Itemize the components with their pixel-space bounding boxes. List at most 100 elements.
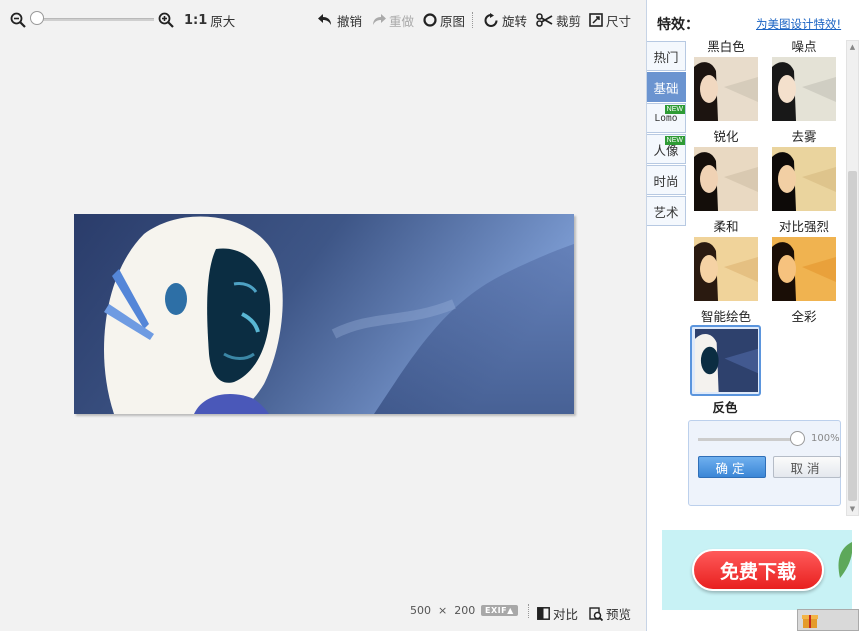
circle-icon <box>423 13 437 27</box>
dimension-separator: × <box>438 604 448 617</box>
redo-icon <box>373 14 386 25</box>
tab-basic[interactable]: 基础 <box>647 72 686 102</box>
effect-invert[interactable]: 反色 <box>690 325 761 416</box>
tab-label: Lomo <box>654 112 678 124</box>
scroll-up-icon[interactable]: ▲ <box>848 42 857 52</box>
effect-label: 智能绘色 <box>700 309 751 324</box>
gift-icon <box>802 615 818 628</box>
cancel-button[interactable]: 取消 <box>773 456 841 478</box>
free-download-button[interactable]: 免费下载 <box>692 549 824 591</box>
effect-sharpen[interactable]: 锐化 <box>691 129 761 211</box>
original-size-button[interactable]: 1:1 原大 <box>184 10 235 30</box>
rotate-icon <box>484 12 498 27</box>
effects-panel: 特效： 为美图设计特效! 热门 基础 Lomo NEW 人像 NEW 时尚 艺术 黑… <box>646 0 863 631</box>
resize-icon <box>589 13 603 27</box>
free-download-label: 免费下载 <box>719 560 796 583</box>
effect-label: 锐化 <box>713 129 739 144</box>
compare-button[interactable]: 对比 <box>537 604 578 623</box>
effect-thumbnail <box>694 329 758 393</box>
undo-icon <box>318 14 331 25</box>
resize-button[interactable]: 尺寸 <box>589 10 631 30</box>
effects-grid: 黑白色 噪点 锐化 去雾 柔和 对比强烈 智能绘色 全彩 反色 <box>690 39 847 419</box>
effect-smart-color[interactable]: 智能绘色 <box>691 309 761 325</box>
photo-image <box>74 214 574 414</box>
tab-portrait[interactable]: 人像 NEW <box>647 134 686 164</box>
effect-noise[interactable]: 噪点 <box>769 39 839 121</box>
tab-lomo[interactable]: Lomo NEW <box>647 103 686 133</box>
tab-label: 时尚 <box>653 173 679 189</box>
preview-icon <box>589 606 603 621</box>
original-image-button[interactable]: 原图 <box>423 10 465 30</box>
effect-thumbnail <box>772 147 836 211</box>
image-width: 500 <box>410 604 431 617</box>
design-effect-link[interactable]: 为美图设计特效! <box>756 16 841 32</box>
crop-label: 裁剪 <box>556 13 582 29</box>
effect-label: 对比强烈 <box>778 219 829 234</box>
ratio-label: 1:1 <box>184 12 208 28</box>
effect-full-color[interactable]: 全彩 <box>769 309 839 325</box>
effect-thumbnail <box>694 147 758 211</box>
effect-high-contrast[interactable]: 对比强烈 <box>769 219 839 301</box>
toolbar-divider <box>472 12 473 28</box>
leaf-icon <box>838 542 852 578</box>
scroll-down-icon[interactable]: ▼ <box>848 504 857 514</box>
zoom-out-button[interactable] <box>10 10 26 30</box>
intensity-slider-handle[interactable] <box>790 431 805 446</box>
preview-label: 预览 <box>606 607 632 622</box>
crop-button[interactable]: 裁剪 <box>536 10 581 30</box>
tab-label: 基础 <box>653 80 679 96</box>
scrollbar-thumb[interactable] <box>848 171 857 501</box>
effect-black-white[interactable]: 黑白色 <box>691 39 761 121</box>
photo-preview[interactable] <box>74 214 574 414</box>
intensity-slider-track[interactable] <box>698 438 798 441</box>
effect-thumbnail <box>694 57 758 121</box>
tab-art[interactable]: 艺术 <box>647 196 686 226</box>
effect-label: 噪点 <box>791 39 817 54</box>
redo-label: 重做 <box>389 13 415 29</box>
image-height: 200 <box>454 604 476 617</box>
effect-intensity-box: 100% 确定 取消 <box>688 420 841 506</box>
new-badge: NEW <box>664 136 685 145</box>
zoom-slider-track[interactable] <box>32 18 154 21</box>
confirm-button[interactable]: 确定 <box>698 456 766 478</box>
effect-label: 黑白色 <box>707 39 745 54</box>
original-size-label: 原大 <box>210 13 236 29</box>
category-tabs: 热门 基础 Lomo NEW 人像 NEW 时尚 艺术 <box>647 41 687 227</box>
panel-title: 特效： <box>657 17 699 33</box>
exif-button[interactable]: EXIF▲ <box>481 605 518 616</box>
exif-label: EXIF▲ <box>481 605 518 616</box>
scissors-icon <box>536 13 553 27</box>
intensity-value: 100% <box>811 433 840 444</box>
compare-label: 对比 <box>553 607 579 622</box>
corner-widget[interactable] <box>797 609 859 631</box>
selected-effect-frame <box>690 325 761 396</box>
undo-button[interactable]: 撤销 <box>318 10 362 30</box>
selected-effect-label: 反色 <box>712 400 738 415</box>
preview-button[interactable]: 预览 <box>589 604 631 623</box>
image-dimensions: 500 × 200 <box>410 604 475 617</box>
status-divider <box>528 604 529 618</box>
original-image-label: 原图 <box>440 13 466 29</box>
effect-soft[interactable]: 柔和 <box>691 219 761 301</box>
toolbar: 1:1 原大 撤销 重做 原图 旋转 裁剪 尺寸 <box>0 0 646 38</box>
canvas-workspace: 1:1 原大 撤销 重做 原图 旋转 裁剪 尺寸 500 × 200 EXIF▲… <box>0 0 646 631</box>
effect-label: 柔和 <box>713 219 739 234</box>
zoom-slider-handle[interactable] <box>30 11 44 25</box>
compare-icon <box>537 607 550 620</box>
zoom-in-button[interactable] <box>158 10 174 30</box>
effect-label: 全彩 <box>791 309 817 324</box>
effects-scrollbar[interactable]: ▲ ▼ <box>846 40 859 516</box>
resize-label: 尺寸 <box>606 13 632 29</box>
rotate-button[interactable]: 旋转 <box>483 10 527 30</box>
ad-banner[interactable]: 免费下载 <box>662 530 852 610</box>
effect-thumbnail <box>772 57 836 121</box>
effect-dehaze[interactable]: 去雾 <box>769 129 839 211</box>
effect-thumbnail <box>694 237 758 301</box>
tab-fashion[interactable]: 时尚 <box>647 165 686 195</box>
effect-label: 去雾 <box>791 129 817 144</box>
rotate-label: 旋转 <box>502 13 528 29</box>
effect-thumbnail <box>772 237 836 301</box>
redo-button[interactable]: 重做 <box>370 10 414 30</box>
zoom-out-icon <box>10 12 26 28</box>
tab-hot[interactable]: 热门 <box>647 41 686 71</box>
